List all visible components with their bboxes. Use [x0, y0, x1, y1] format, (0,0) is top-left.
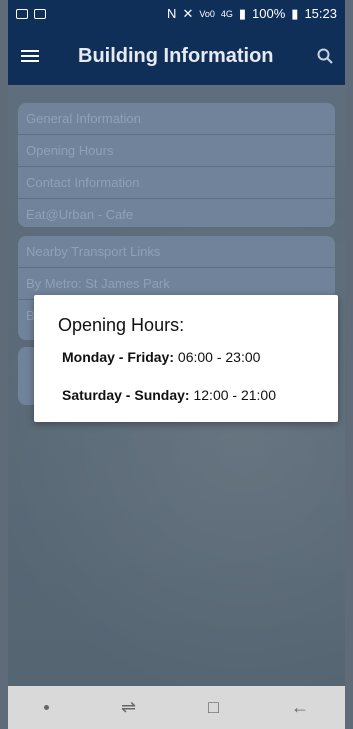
time: 15:23	[304, 6, 337, 21]
battery-percent: 100%	[252, 6, 286, 21]
menu-icon	[21, 50, 39, 62]
recent-apps-icon: ⇌	[121, 697, 137, 717]
home-button[interactable]: □	[208, 697, 219, 718]
hours-label: Saturday - Sunday:	[62, 387, 190, 403]
battery-icon: ▮	[291, 5, 299, 21]
dialog-title: Opening Hours:	[58, 315, 185, 335]
list-item[interactable]: Opening Hours	[18, 135, 335, 167]
home-icon: □	[208, 697, 219, 717]
dot-icon	[44, 705, 49, 710]
network-label: Vo0	[199, 8, 215, 19]
signal-icon: ▮	[238, 5, 247, 21]
list-item[interactable]: Eat@Urban - Cafe	[18, 199, 335, 227]
list-item[interactable]: General Information	[18, 103, 335, 135]
page-title: Building Information	[78, 44, 274, 67]
back-button[interactable]: ←	[291, 697, 309, 718]
nfc-icon: N	[167, 6, 177, 21]
opening-hours-dialog: Opening Hours: Monday - Friday: 06:00 - …	[34, 295, 338, 422]
recent-apps-button[interactable]: ⇌	[121, 697, 136, 718]
hours-row: Monday - Friday: 06:00 - 23:00	[62, 349, 260, 365]
status-bar: N ✕ Vo0 4G ▮ 100% ▮ 15:23	[8, 0, 345, 27]
list-item[interactable]: Nearby Transport Links	[18, 236, 335, 268]
mute-icon: ✕	[182, 5, 194, 21]
menu-button[interactable]	[8, 27, 52, 85]
info-card: General Information Opening Hours Contac…	[18, 103, 335, 227]
hours-label: Monday - Friday:	[62, 349, 175, 365]
search-button[interactable]	[305, 27, 345, 85]
search-icon	[317, 48, 333, 64]
hours-value: 06:00 - 23:00	[174, 349, 261, 365]
app-bar: Building Information	[8, 27, 345, 85]
nav-bar: ⇌ □ ←	[8, 686, 345, 729]
image-icon	[16, 8, 28, 19]
list-item[interactable]: Contact Information	[18, 167, 335, 199]
checkbox-icon	[34, 8, 46, 19]
back-icon: ←	[290, 697, 309, 717]
hours-row: Saturday - Sunday: 12:00 - 21:00	[62, 387, 276, 403]
network-label: 4G	[220, 8, 233, 19]
hours-value: 12:00 - 21:00	[189, 387, 276, 403]
